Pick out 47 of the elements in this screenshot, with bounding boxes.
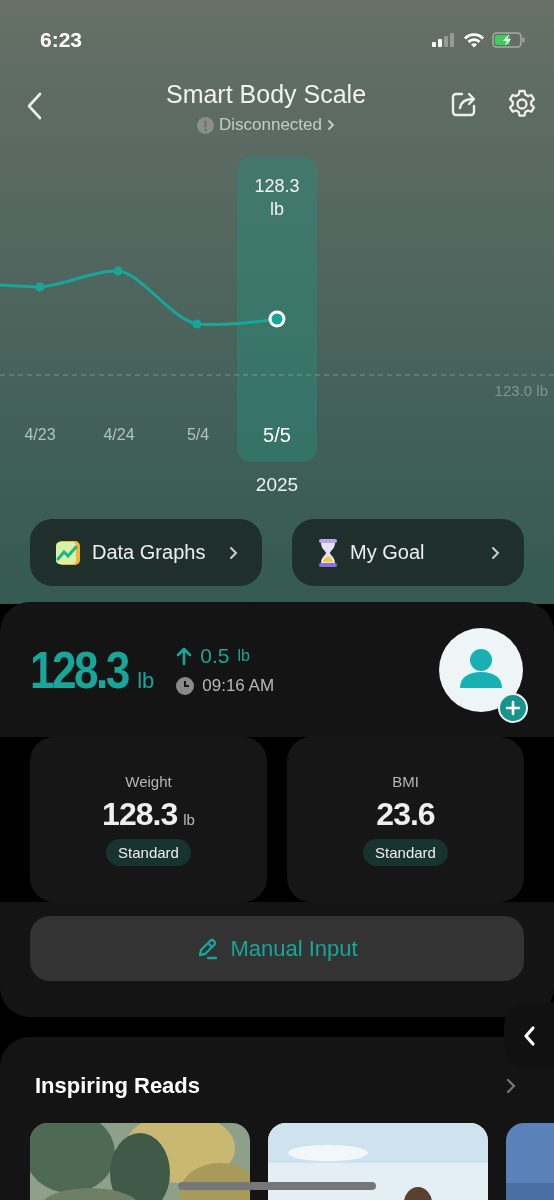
settings-icon[interactable] (506, 88, 538, 120)
status-badge: Standard (106, 839, 191, 866)
chevron-icon[interactable] (506, 1078, 516, 1094)
change-value: 0.5 (200, 643, 230, 668)
page-title: Smart Body Scale (165, 80, 367, 109)
metric-value: 128.3 (102, 796, 178, 833)
connection-status[interactable]: Disconnected (219, 115, 322, 135)
wifi-icon (463, 32, 485, 48)
shortcut-button[interactable]: My Goal (292, 519, 524, 586)
reference-label: 123.0 lb (494, 382, 548, 399)
section-title: Inspiring Reads (35, 1073, 201, 1099)
clock-icon (176, 676, 195, 695)
chevron-icon (522, 1025, 536, 1047)
date-label[interactable]: 4/23 (10, 426, 70, 444)
pencil-icon (196, 937, 219, 960)
metric-card[interactable]: Weight 128.3 lb Standard (30, 737, 267, 902)
date-label[interactable]: 5/5 (247, 424, 307, 447)
metric-label: BMI (392, 773, 419, 790)
hourglass-icon (316, 537, 340, 568)
metric-label: Weight (125, 773, 172, 790)
selected-reading: 128.3 lb (253, 175, 301, 221)
chevron-icon (229, 545, 238, 560)
weight-value: 128.3 (30, 639, 128, 700)
metric-value: 23.6 (376, 796, 435, 833)
avatar-icon[interactable] (438, 626, 524, 713)
manual-input-button[interactable]: Manual Input (30, 916, 524, 981)
measure-time: 09:16 AM (202, 675, 275, 696)
change-unit: lb (237, 646, 250, 665)
date-label[interactable]: 5/4 (168, 426, 228, 444)
year-label: 2025 (254, 474, 300, 496)
metric-card[interactable]: BMI 23.6 Standard (287, 737, 524, 902)
date-label[interactable]: 4/24 (89, 426, 149, 444)
share-icon[interactable] (450, 90, 478, 118)
metric-unit: lb (183, 811, 195, 828)
back-icon[interactable] (26, 92, 42, 120)
status-time: 6:23 (40, 28, 83, 52)
status-badge: Standard (363, 839, 448, 866)
add-icon[interactable] (498, 692, 528, 723)
data-point[interactable] (268, 310, 286, 328)
chart-icon (54, 538, 82, 567)
shortcut-button[interactable]: Data Graphs (30, 519, 262, 586)
battery-icon (492, 32, 526, 48)
weight-unit: lb (137, 667, 155, 694)
chevron-icon (327, 119, 335, 131)
chevron-icon (491, 545, 500, 560)
signal-icon (432, 33, 456, 47)
warning-icon (197, 116, 214, 134)
